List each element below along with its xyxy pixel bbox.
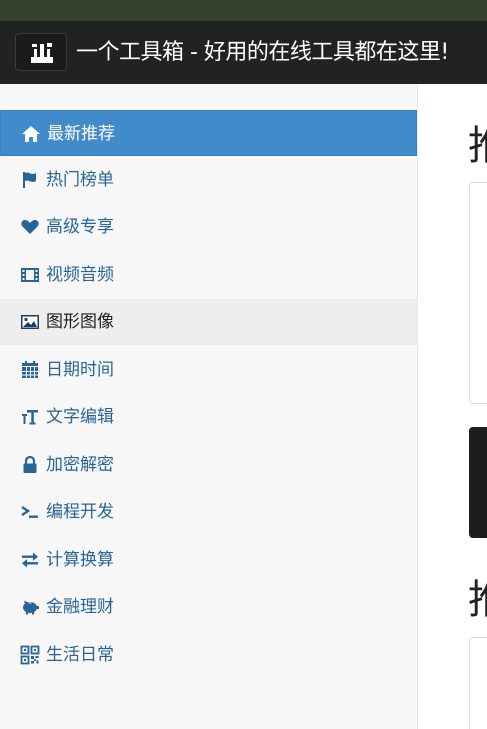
- site-title[interactable]: 一个工具箱 - 好用的在线工具都在这里!: [76, 38, 449, 68]
- section-heading-second: 推: [468, 576, 487, 624]
- sidebar-item-label: 视频音频: [46, 265, 114, 285]
- film-icon: [21, 268, 39, 282]
- sidebar-item-calculation[interactable]: 计算换算: [0, 537, 417, 583]
- section-heading-recommended: 推: [468, 122, 487, 170]
- qrcode-icon: [20, 645, 40, 665]
- home-icon: [22, 126, 40, 142]
- text-height-icon: [22, 410, 38, 425]
- flag-icon: [23, 172, 36, 188]
- picture-icon: [21, 315, 39, 329]
- sidebar-item-daily-life[interactable]: 生活日常: [0, 632, 417, 678]
- sidebar-item-label: 高级专享: [46, 217, 114, 237]
- sidebar-item-finance[interactable]: 金融理财: [0, 584, 417, 630]
- sidebar-item-text-edit[interactable]: 文字编辑: [0, 394, 417, 440]
- sidebar-item-encryption[interactable]: 加密解密: [0, 442, 417, 488]
- logo-button[interactable]: [15, 33, 67, 71]
- sidebar-item-programming[interactable]: 编程开发: [0, 489, 417, 535]
- sidebar-item-date-time[interactable]: 日期时间: [0, 347, 417, 393]
- window-top-strip: [0, 0, 487, 21]
- sidebar-item-latest[interactable]: 最新推荐: [0, 110, 417, 156]
- dark-banner: [469, 427, 487, 538]
- terminal-icon: [21, 506, 38, 518]
- sidebar: 最新推荐 热门榜单 高级专享 视频音频 图形图像 日期时间 文字编辑 加密解密 …: [0, 84, 418, 729]
- navbar: 一个工具箱 - 好用的在线工具都在这里!: [0, 21, 487, 84]
- sidebar-item-label: 日期时间: [46, 360, 114, 380]
- tool-panel: [469, 182, 487, 404]
- sidebar-item-label: 生活日常: [46, 645, 114, 665]
- sidebar-item-label: 最新推荐: [47, 124, 115, 144]
- lock-icon: [23, 455, 37, 473]
- sidebar-item-label: 加密解密: [46, 455, 114, 475]
- sidebar-item-label: 热门榜单: [46, 170, 114, 190]
- sidebar-item-label: 文字编辑: [46, 407, 114, 427]
- sidebar-item-premium[interactable]: 高级专享: [0, 204, 417, 250]
- sidebar-item-label: 计算换算: [46, 550, 114, 570]
- main-content: 推 推: [418, 84, 487, 729]
- sidebar-item-hot[interactable]: 热门榜单: [0, 157, 417, 203]
- sidebar-item-label: 编程开发: [46, 502, 114, 522]
- heart-icon: [21, 219, 39, 234]
- sidebar-item-label: 金融理财: [46, 597, 114, 617]
- sidebar-item-graphics[interactable]: 图形图像: [0, 299, 417, 345]
- toolbox-icon: [31, 43, 53, 63]
- sidebar-item-video-audio[interactable]: 视频音频: [0, 252, 417, 298]
- calendar-icon: [22, 361, 38, 378]
- tool-panel-second: [469, 637, 487, 729]
- sidebar-item-label: 图形图像: [46, 312, 114, 332]
- exchange-icon: [22, 552, 38, 568]
- piggy-bank-icon: [23, 600, 39, 615]
